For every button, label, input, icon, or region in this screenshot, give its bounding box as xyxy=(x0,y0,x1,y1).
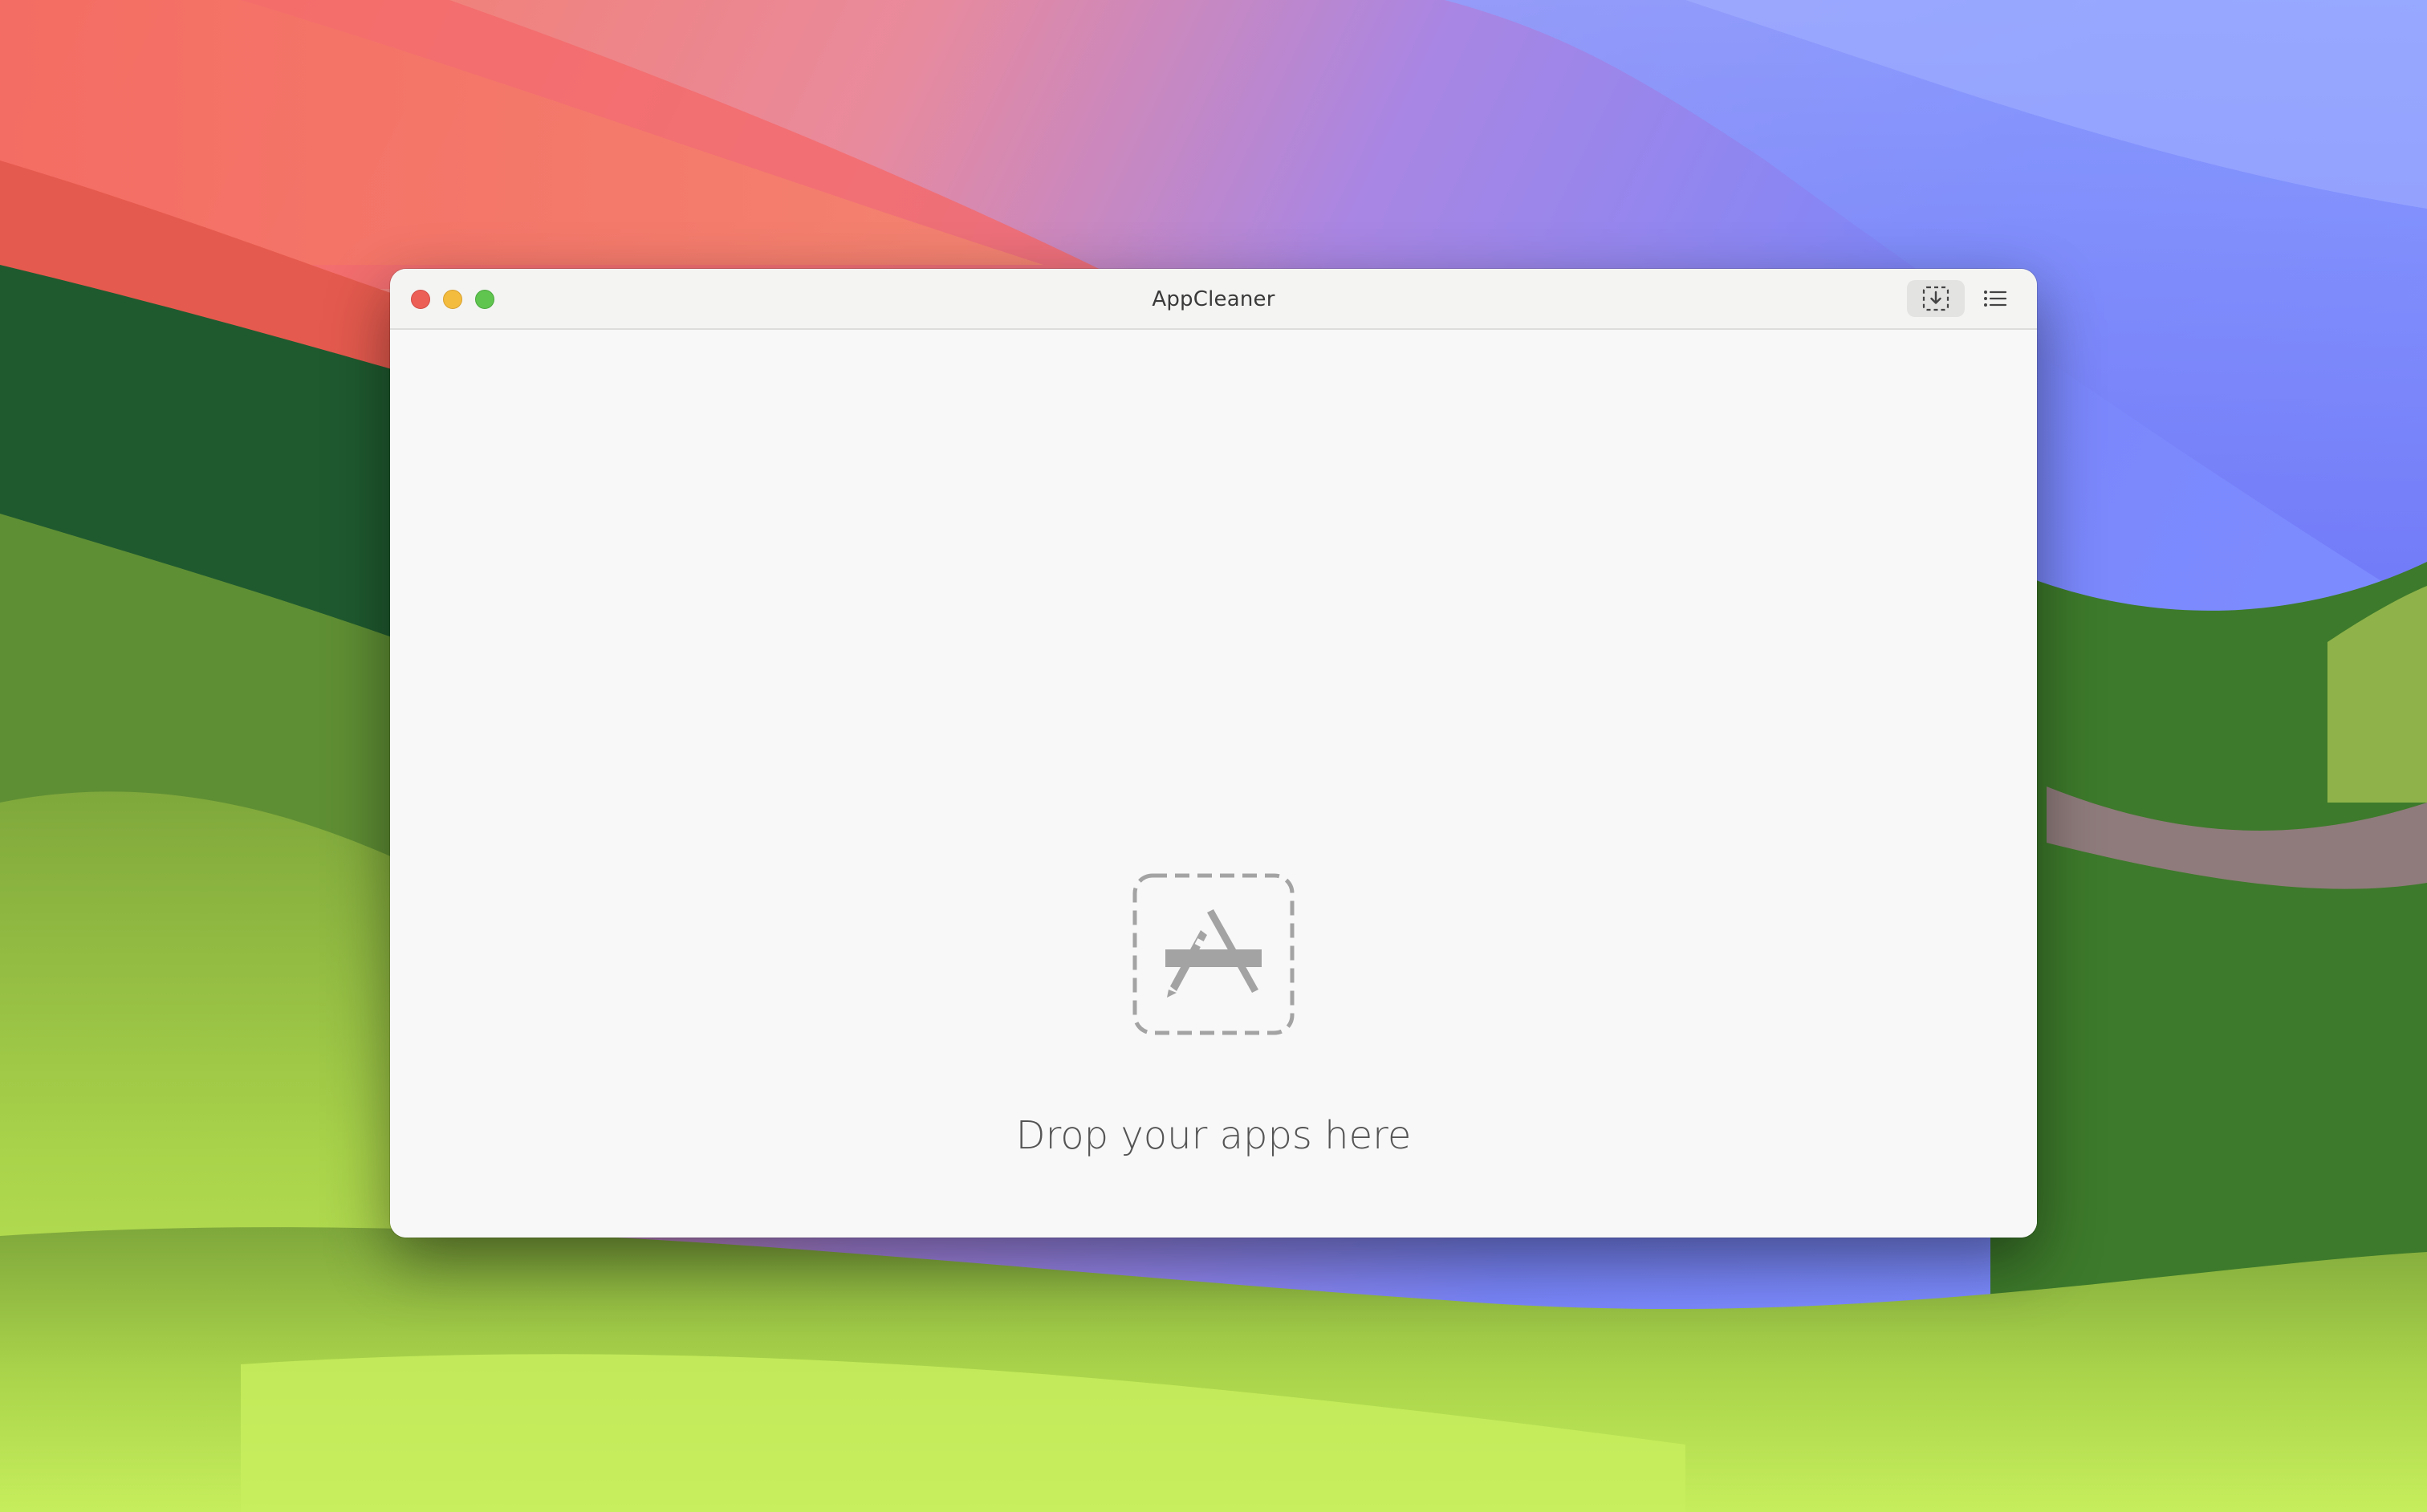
list-icon xyxy=(1984,291,2007,307)
app-store-icon xyxy=(1132,873,1295,1035)
title-bar[interactable]: AppCleaner xyxy=(390,269,2037,330)
drop-zone-icon xyxy=(1922,286,1949,311)
desktop: AppCleaner Drop your apps here xyxy=(0,0,2427,1512)
window-title: AppCleaner xyxy=(1152,287,1275,311)
appcleaner-window: AppCleaner Drop your apps here xyxy=(390,269,2037,1238)
list-view-button[interactable] xyxy=(1966,280,2024,317)
drop-area[interactable] xyxy=(390,330,2037,1238)
drop-prompt: Drop your apps here xyxy=(1015,1113,1412,1158)
drop-zone-view-button[interactable] xyxy=(1907,280,1965,317)
